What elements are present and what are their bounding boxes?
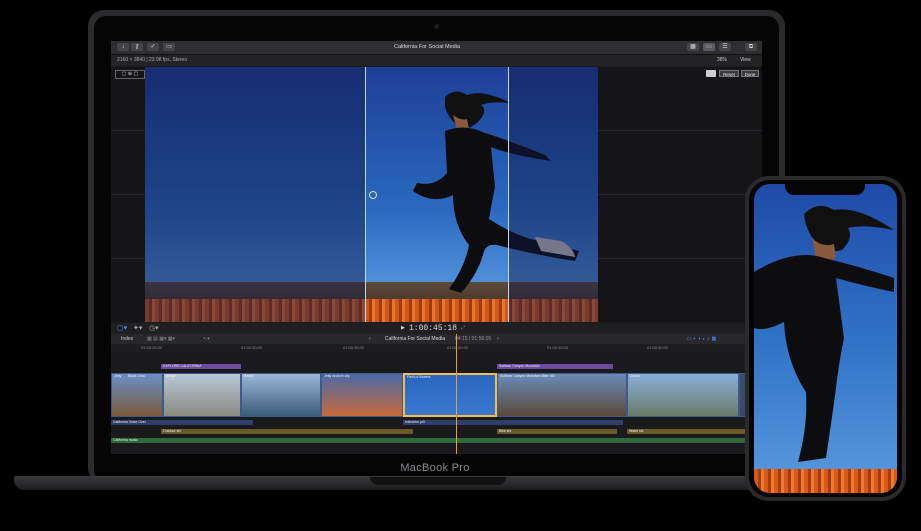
phone-screen [754,184,897,493]
crop-frame[interactable] [365,67,509,322]
play-icon[interactable]: ▶ [401,323,405,334]
video-clip[interactable]: Bridge [163,373,241,417]
viewer-controls: ▢▾ ✦▾ ◷▾ ▶ 1:00:45:18 ⤢ [111,323,762,334]
selection-tool-icon[interactable]: ▢▾ [117,323,127,334]
video-clip-selected[interactable]: Field of flowers [403,373,497,417]
transform-controls-icon[interactable]: ▢ ⊕ ▢ [115,70,145,79]
fullscreen-icon[interactable]: ⤢ [461,323,465,334]
laptop-notch [370,477,506,485]
timeline-layout-icon[interactable]: ▭ [703,43,715,51]
crop-mask-left [145,67,365,322]
keyword-icon[interactable]: ⚷ [131,43,143,51]
position-handle[interactable] [369,191,377,199]
timeline-title: California For Social Media [385,336,446,342]
forward-arrow-icon[interactable]: › [497,334,499,344]
clip-appearance-icon[interactable]: ▦ ▤ ▦▾ ▦▾ [147,334,175,344]
phone-jumping-woman-figure [754,205,894,462]
timeline-tools-icon[interactable]: ▭ ◐ ◑ ◒ ♫ ▦ [687,334,716,344]
speed-icon[interactable]: ◷▾ [149,323,159,334]
tool-select-icon[interactable]: ↖▾ [203,334,210,344]
audio-lane[interactable]: Bike sfx [497,429,617,434]
audio-lane[interactable]: California Voice Over [111,420,253,425]
index-button[interactable]: Index [121,334,133,344]
crop-mask-right [509,67,598,322]
ruler-mark: 01:00:30:00 [241,345,263,350]
audio-lane[interactable]: Outdoor sfx [161,429,413,434]
app-toolbar: ↓ ⚷ ✓ ▭ California For Social Media ▦ ▭ … [111,41,762,55]
inspector-layout-icon[interactable]: ☰ [719,43,731,51]
timeline: EXPLORE CALIFORNIA Sullivan Canyon Mount… [111,352,762,454]
ruler-mark: 01:00:50:00 [647,345,669,350]
ruler-mark: 01:00:40:00 [447,345,469,350]
ruler-mark: 01:00:45:00 [547,345,569,350]
camera [434,24,439,29]
laptop-screen: ↓ ⚷ ✓ ▭ California For Social Media ▦ ▭ … [111,41,762,454]
video-clip[interactable]: Sullivan Canyon Mountain Bike 360 [497,373,627,417]
background-tasks-icon[interactable]: ✓ [147,43,159,51]
done-button[interactable]: Done [741,70,759,77]
video-clip[interactable]: Jetty Black Ulna [111,373,163,417]
crop-icon[interactable] [706,70,716,77]
playhead[interactable] [456,334,457,454]
effects-icon[interactable]: ▭ [163,43,175,51]
enhance-icon[interactable]: ✦▾ [133,323,142,334]
back-arrow-icon[interactable]: ‹ [369,334,371,344]
phone-poppy-field [754,469,897,493]
video-clip[interactable]: Jetty archive clip [321,373,403,417]
video-clip[interactable]: Canon [627,373,739,417]
browser-layout-icon[interactable]: ▦ [687,43,699,51]
zoom-level[interactable]: 38% [717,55,727,66]
format-info: 2160 × 3840 | 23.98 fps, Stereo [117,57,188,63]
share-icon[interactable]: ⧉ [745,43,757,51]
project-title: California For Social Media [394,44,461,50]
ruler-mark: 01:00:35:00 [343,345,365,350]
ruler-mark: 01:00:25:00 [141,345,163,350]
import-icon[interactable]: ↓ [117,43,129,51]
title-clip[interactable]: EXPLORE CALIFORNIA [161,364,241,369]
laptop-brand-label: MacBook Pro [400,462,470,474]
title-clip[interactable]: Sullivan Canyon Mountain [497,364,613,369]
viewer-canvas[interactable] [145,67,598,322]
viewer-info-bar: 2160 × 3840 | 23.98 fps, Stereo 38% View [111,55,762,66]
video-clip[interactable]: Beach [241,373,321,417]
phone-notch [785,183,865,195]
view-menu[interactable]: View [740,55,751,66]
audio-lane[interactable]: interview pt3 [403,420,623,425]
timeline-header: Index ▦ ▤ ▦▾ ▦▾ ↖▾ ‹ California For Soci… [111,334,762,344]
audio-lane[interactable]: California music [111,438,762,443]
timecode: 1:00:45:18 [409,324,458,333]
duration: 04:15 / 01:56:05 [455,336,492,342]
timeline-ruler: 01:00:25:00 01:00:30:00 01:00:35:00 01:0… [111,344,762,352]
reset-button[interactable]: Reset [719,70,739,77]
audio-lane[interactable]: Water sfx [627,429,762,434]
